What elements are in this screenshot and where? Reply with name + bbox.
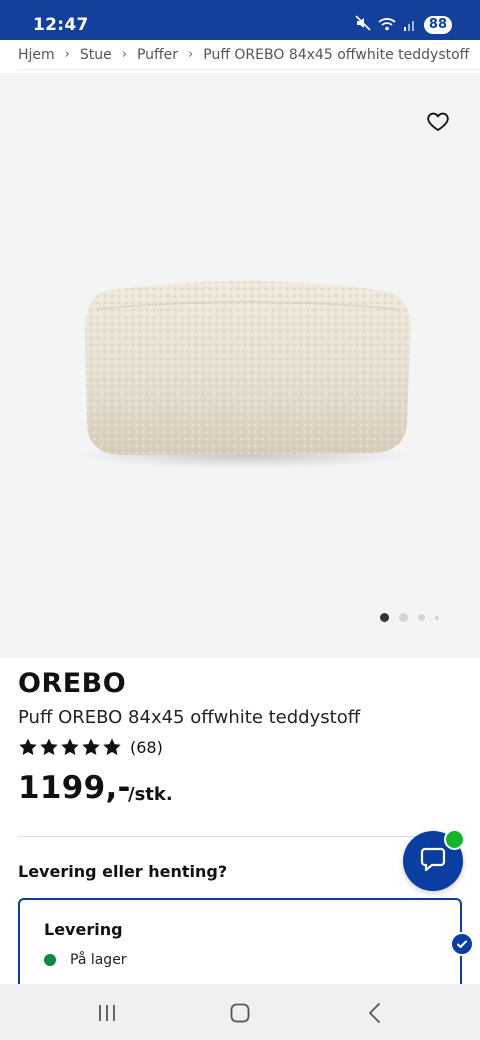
chevron-right-icon: › <box>64 47 70 62</box>
product-brand: OREBO <box>18 668 127 699</box>
in-stock-dot-icon <box>44 954 56 966</box>
gallery-dot-active[interactable] <box>380 613 389 622</box>
divider <box>18 836 462 837</box>
stock-status-label: På lager <box>70 952 127 968</box>
mute-icon <box>355 15 371 35</box>
gallery-dots <box>380 613 439 622</box>
checkmark-icon <box>450 932 474 956</box>
gallery-dot[interactable] <box>418 614 425 621</box>
chevron-right-icon: › <box>188 47 194 62</box>
battery-indicator: 88 <box>423 16 452 34</box>
rating-count: (68) <box>130 737 163 757</box>
breadcrumb-link-puffer[interactable]: Puffer <box>137 47 178 63</box>
chat-button[interactable] <box>403 829 465 891</box>
breadcrumb-link-stue[interactable]: Stue <box>80 47 112 63</box>
home-icon[interactable] <box>227 1000 253 1026</box>
stock-status: På lager <box>44 952 127 968</box>
product-image <box>80 281 411 469</box>
chat-online-badge <box>444 829 465 850</box>
gallery-dot[interactable] <box>435 615 439 620</box>
price-unit: /stk. <box>128 784 173 805</box>
product-price: 1199,- <box>18 770 131 806</box>
status-icons: 88 <box>355 15 452 35</box>
chevron-right-icon: › <box>121 47 127 62</box>
breadcrumb: Hjem › Stue › Puffer › Puff OREBO 84x45 … <box>18 40 480 70</box>
breadcrumb-current: Puff OREBO 84x45 offwhite teddystoff <box>203 46 470 63</box>
delivery-option-title: Levering <box>44 920 123 939</box>
gallery-dot[interactable] <box>399 613 408 622</box>
product-gallery[interactable] <box>0 73 480 658</box>
product-rating[interactable]: (68) <box>18 737 163 757</box>
back-icon[interactable] <box>362 1000 388 1026</box>
product-name: Puff OREBO 84x45 offwhite teddystoff <box>18 707 361 728</box>
status-bar: 12:47 88 <box>0 0 480 40</box>
recent-apps-icon[interactable] <box>94 1000 120 1026</box>
star-rating-icon <box>19 738 121 755</box>
system-nav-bar <box>0 984 480 1040</box>
delivery-question: Levering eller henting? <box>18 862 228 881</box>
heart-icon[interactable] <box>426 110 450 134</box>
status-time: 12:47 <box>33 15 89 35</box>
signal-icon <box>403 16 417 35</box>
chat-bubble-icon <box>418 844 448 878</box>
wifi-icon <box>378 16 396 35</box>
breadcrumb-link-hjem[interactable]: Hjem <box>18 47 55 63</box>
